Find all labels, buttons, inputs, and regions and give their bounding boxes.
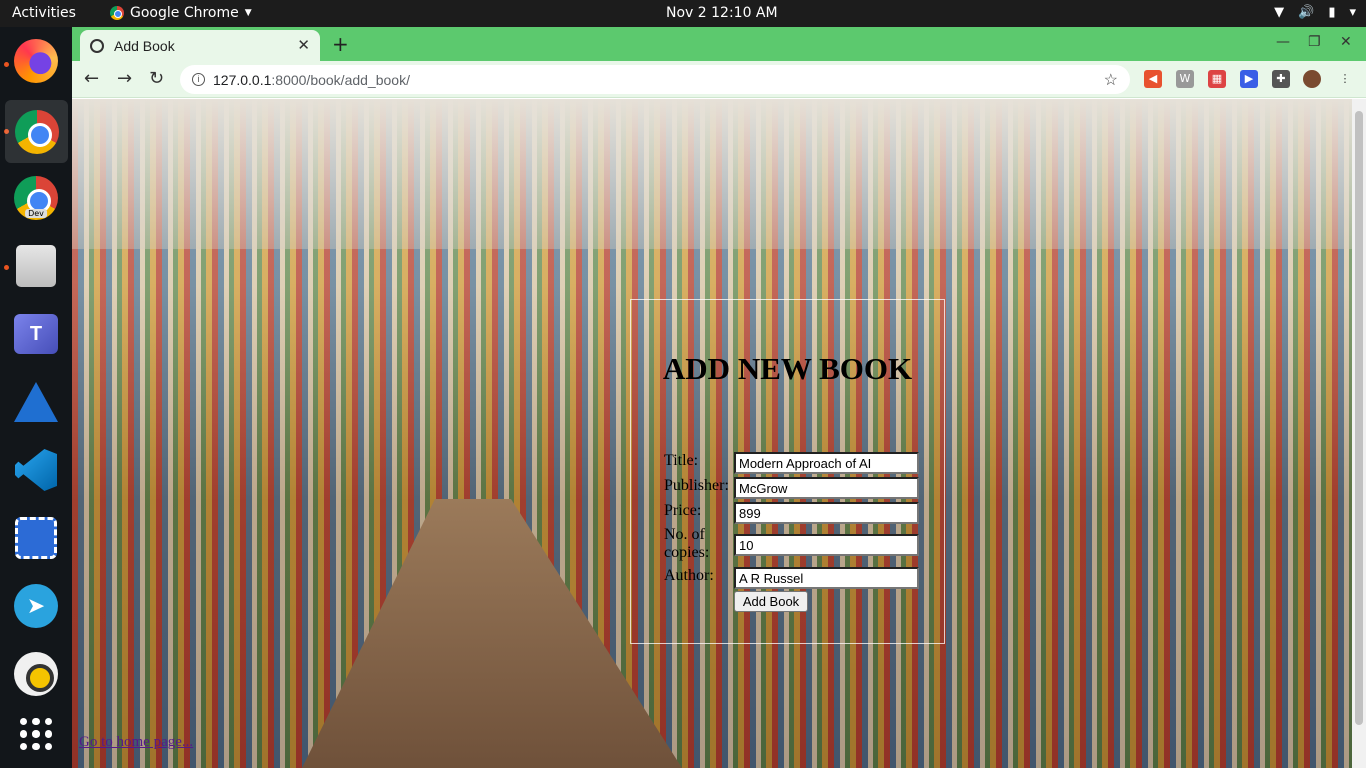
site-info-icon[interactable]: i (192, 73, 205, 86)
title-label: Title: (664, 452, 699, 469)
price-label: Price: (664, 502, 702, 519)
wifi-icon: ▼ (1274, 5, 1285, 20)
close-window-icon[interactable]: ✕ (1340, 34, 1352, 50)
copies-input[interactable] (734, 534, 919, 556)
publisher-field-row: Publisher: (664, 477, 924, 499)
ceiling-background (72, 99, 1352, 249)
copies-label: No. of copies: (664, 526, 710, 561)
dock: Dev T ➤ (0, 27, 72, 768)
teams-launcher[interactable]: T (12, 310, 60, 358)
author-input[interactable] (734, 567, 919, 589)
browser-toolbar: ← → ↻ i 127.0.0.1:8000/book/add_book/ ☆ … (72, 61, 1366, 98)
author-field-row: Author: (664, 567, 924, 589)
back-arrow-icon[interactable]: ← (84, 68, 99, 89)
show-apps-icon (20, 718, 52, 750)
scrollbar-thumb[interactable] (1355, 111, 1363, 725)
reload-icon[interactable]: ↻ (149, 68, 164, 89)
page-scrollbar[interactable] (1352, 99, 1366, 768)
close-tab-icon[interactable]: ✕ (297, 36, 310, 54)
restore-icon[interactable]: ❐ (1308, 34, 1321, 50)
vscode-launcher[interactable] (12, 446, 60, 494)
caret-down-icon: ▼ (244, 8, 252, 18)
author-label: Author: (664, 567, 714, 584)
tab-strip: Add Book ✕ + — ❐ ✕ (72, 27, 1366, 61)
page-viewport: ADD NEW BOOK Title: Publisher: Price: No… (72, 99, 1352, 768)
publisher-input[interactable] (734, 477, 919, 499)
chrome-launcher[interactable] (5, 100, 68, 163)
gnome-top-bar: Activities Google Chrome ▼ Nov 2 12:10 A… (0, 0, 1366, 27)
bookmark-star-icon[interactable]: ☆ (1104, 70, 1118, 90)
firefox-icon (14, 39, 58, 83)
publisher-label: Publisher: (664, 477, 729, 494)
url-path: :8000/book/add_book/ (271, 71, 410, 88)
clock[interactable]: Nov 2 12:10 AM (666, 5, 778, 21)
extension-zoom-icon[interactable]: ▶ (1240, 70, 1258, 88)
teams-icon: T (14, 314, 58, 354)
extensions-puzzle-icon[interactable]: ✚ (1272, 70, 1290, 88)
forward-arrow-icon[interactable]: → (117, 68, 132, 89)
files-launcher[interactable] (12, 242, 60, 290)
system-tray[interactable]: ▼ 🔊 ▮ ▾ (1274, 5, 1356, 20)
home-page-link[interactable]: Go to home page... (79, 734, 193, 751)
add-book-button[interactable]: Add Book (734, 591, 808, 612)
rhythmbox-launcher[interactable] (12, 650, 60, 698)
extension-megaphone-icon[interactable]: ◀ (1144, 70, 1162, 88)
price-field-row: Price: (664, 502, 924, 524)
chrome-dev-launcher[interactable]: Dev (12, 174, 60, 222)
app-menu[interactable]: Google Chrome ▼ (110, 5, 252, 21)
telegram-launcher[interactable]: ➤ (12, 582, 60, 630)
screenshot-launcher[interactable] (12, 514, 60, 562)
profile-avatar[interactable] (1303, 70, 1321, 88)
copies-field-row: No. of copies: (664, 526, 924, 562)
volume-icon: 🔊 (1298, 5, 1315, 20)
tab-title: Add Book (114, 37, 175, 54)
show-apps-button[interactable] (12, 710, 60, 758)
page-title: ADD NEW BOOK (662, 351, 913, 386)
price-input[interactable] (734, 502, 919, 524)
wireshark-launcher[interactable] (12, 378, 60, 426)
minimize-icon[interactable]: — (1276, 34, 1290, 50)
url-host: 127.0.0.1 (213, 71, 272, 88)
extension-calendar-icon[interactable]: ▦ (1208, 70, 1226, 88)
battery-icon: ▮ (1328, 5, 1336, 20)
dev-badge: Dev (25, 209, 47, 218)
running-indicator (4, 62, 9, 67)
telegram-icon: ➤ (14, 584, 58, 628)
app-menu-label: Google Chrome (130, 5, 239, 21)
firefox-launcher[interactable] (12, 37, 60, 85)
chrome-menu-icon[interactable]: ⋮ (1336, 70, 1354, 88)
activities-button[interactable]: Activities (12, 5, 76, 21)
chrome-window: Add Book ✕ + — ❐ ✕ ← → ↻ i 127.0.0.1:800… (72, 27, 1366, 768)
wireshark-icon (14, 382, 58, 422)
files-icon (16, 245, 56, 287)
add-book-form-panel: ADD NEW BOOK Title: Publisher: Price: No… (630, 299, 945, 644)
rhythmbox-icon (14, 652, 58, 696)
address-bar[interactable]: i 127.0.0.1:8000/book/add_book/ ☆ (180, 65, 1130, 94)
extension-w-icon[interactable]: W (1176, 70, 1194, 88)
vscode-icon (15, 449, 57, 491)
power-caret-icon: ▾ (1349, 5, 1356, 20)
new-tab-button[interactable]: + (332, 32, 349, 56)
globe-icon (90, 38, 104, 53)
chrome-icon (14, 109, 59, 154)
chrome-mini-icon (110, 6, 124, 20)
title-field-row: Title: (664, 452, 924, 474)
title-input[interactable] (734, 452, 919, 474)
running-indicator (4, 265, 9, 270)
tab-add-book[interactable]: Add Book ✕ (80, 30, 320, 61)
screenshot-icon (15, 517, 57, 559)
aisle-background (302, 499, 682, 768)
